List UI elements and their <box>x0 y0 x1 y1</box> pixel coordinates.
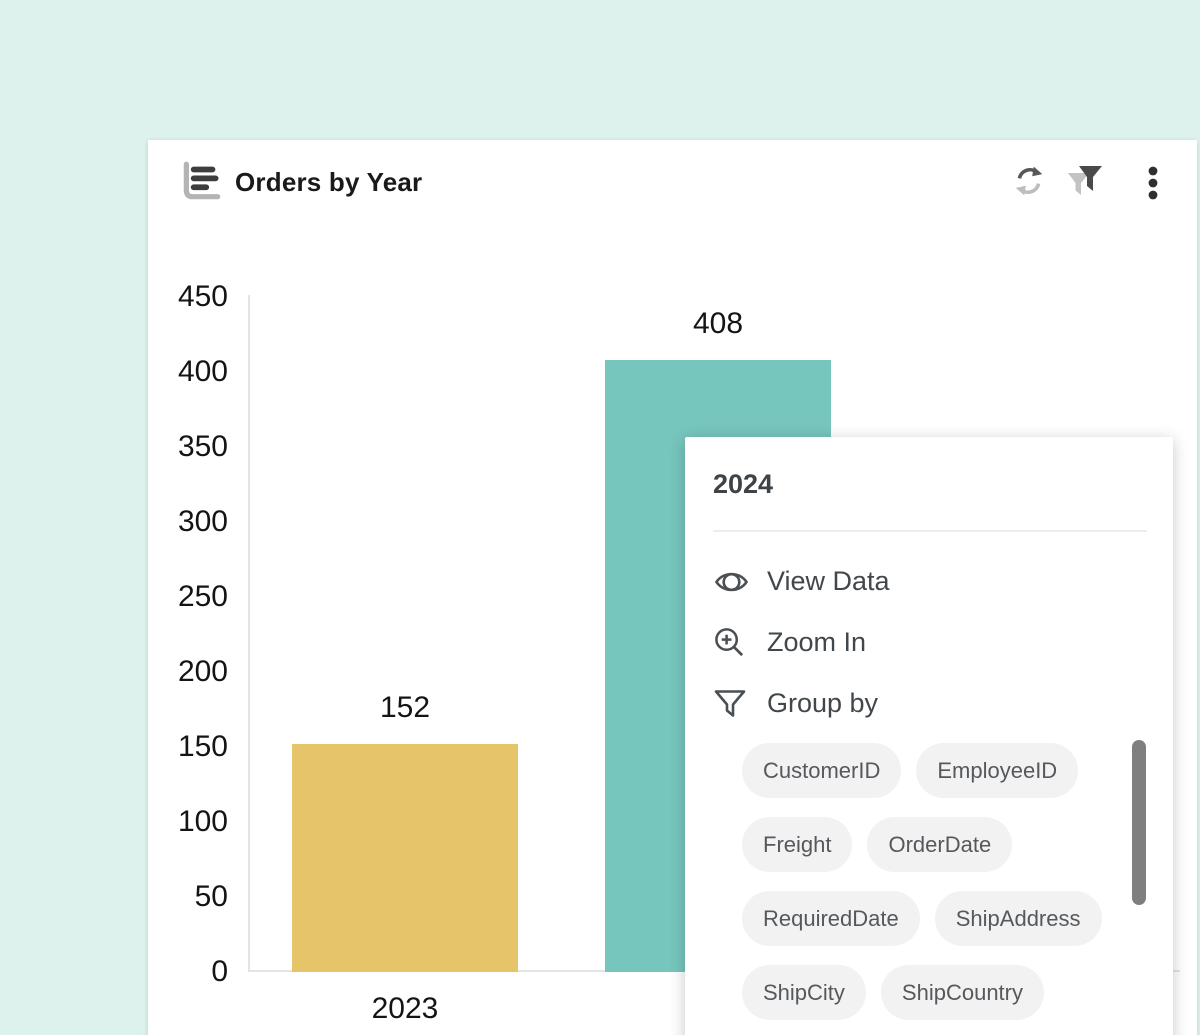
group-by-chip-ShipAddress[interactable]: ShipAddress <box>935 891 1102 946</box>
chip-row: ShipCity ShipCountry <box>742 965 1102 1020</box>
y-axis-tick-label: 400 <box>148 355 228 389</box>
chip-row: RequiredDate ShipAddress <box>742 891 1102 946</box>
menu-item-label: Group by <box>767 688 878 719</box>
group-by-chip-CustomerID[interactable]: CustomerID <box>742 743 901 798</box>
menu-item-zoom-in[interactable]: Zoom In <box>713 612 1133 673</box>
group-by-chip-ShipCountry[interactable]: ShipCountry <box>881 965 1044 1020</box>
y-axis-tick-label: 0 <box>148 955 228 989</box>
group-by-chip-OrderDate[interactable]: OrderDate <box>867 817 1012 872</box>
y-axis-tick-label: 300 <box>148 505 228 539</box>
y-axis-tick-label: 200 <box>148 655 228 689</box>
y-axis-tick-label: 250 <box>148 580 228 614</box>
y-axis-tick-label: 100 <box>148 805 228 839</box>
group-by-chip-RequiredDate[interactable]: RequiredDate <box>742 891 920 946</box>
zoom-in-icon <box>713 626 753 659</box>
y-axis-tick-label: 450 <box>148 280 228 314</box>
bar-value-label: 408 <box>605 307 831 341</box>
y-axis-tick-label: 350 <box>148 430 228 464</box>
group-by-chip-EmployeeID[interactable]: EmployeeID <box>916 743 1078 798</box>
menu-item-group-by[interactable]: Group by <box>713 673 1133 734</box>
app-background: Orders by Year 05 <box>0 0 1200 1035</box>
chip-row: Freight OrderDate <box>742 817 1102 872</box>
y-axis-tick-label: 50 <box>148 880 228 914</box>
funnel-icon <box>713 688 753 719</box>
context-menu: 2024 View Data <box>685 437 1173 1035</box>
eye-icon <box>713 568 753 596</box>
y-axis-tick-label: 150 <box>148 730 228 764</box>
bar-2023[interactable] <box>292 744 518 972</box>
popup-scrollbar[interactable] <box>1132 740 1146 905</box>
menu-item-label: View Data <box>767 566 890 597</box>
chip-row: CustomerID EmployeeID <box>742 743 1102 798</box>
context-menu-title: 2024 <box>713 469 773 500</box>
group-by-chip-Freight[interactable]: Freight <box>742 817 852 872</box>
x-axis-tick-label: 2023 <box>292 992 518 1026</box>
group-by-chip-ShipCity[interactable]: ShipCity <box>742 965 866 1020</box>
group-by-options: CustomerID EmployeeID Freight OrderDate Requ… <box>742 743 1102 1035</box>
bar-value-label: 152 <box>292 691 518 725</box>
divider <box>713 530 1147 532</box>
context-menu-list: View Data Zoom In <box>713 551 1133 734</box>
y-axis-line <box>248 295 250 972</box>
menu-item-label: Zoom In <box>767 627 866 658</box>
menu-item-view-data[interactable]: View Data <box>713 551 1133 612</box>
